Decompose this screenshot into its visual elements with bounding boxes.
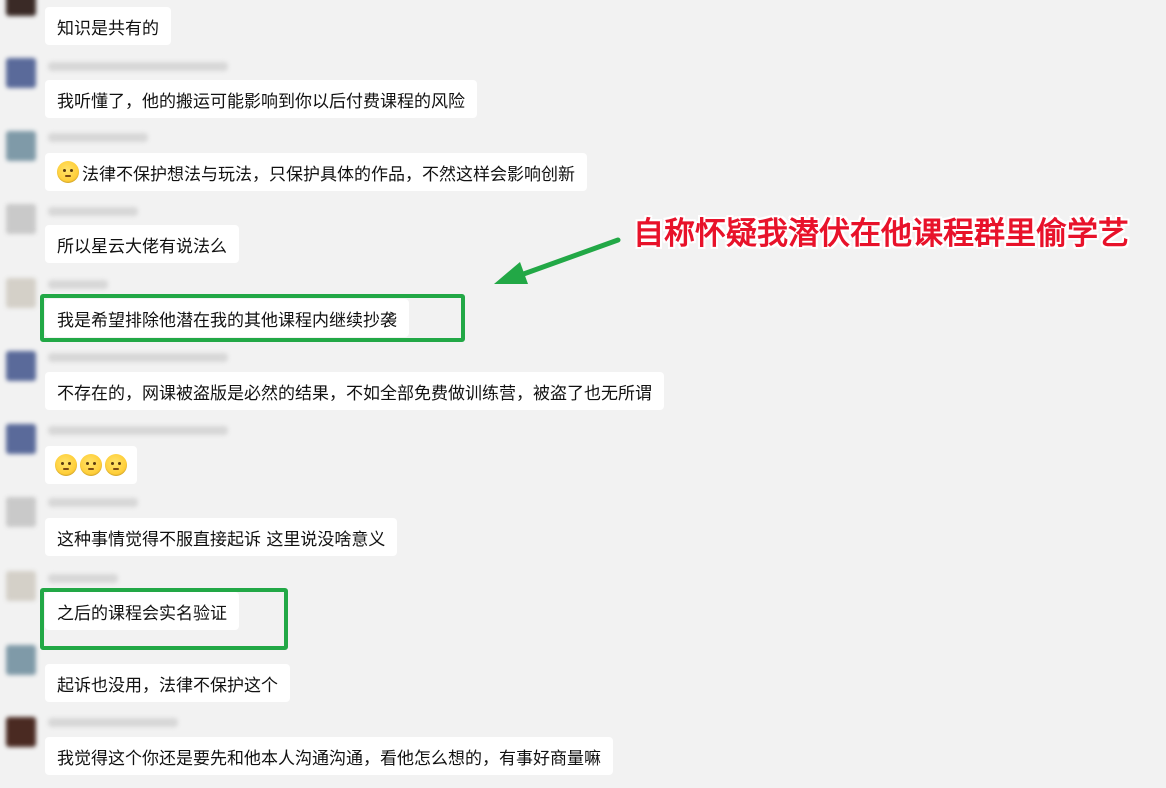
thinking-face-emoji-icon [80, 454, 102, 476]
message-bubble[interactable]: 起诉也没用，法律不保护这个 [45, 664, 290, 702]
sender-name-blurred [48, 426, 228, 435]
avatar[interactable] [6, 571, 36, 601]
message-text: 这种事情觉得不服直接起诉 这里说没啥意义 [57, 529, 386, 550]
sender-name-blurred [48, 574, 118, 583]
message-bubble[interactable]: 我听懂了，他的搬运可能影响到你以后付费课程的风险 [45, 80, 477, 118]
avatar[interactable] [6, 424, 36, 454]
message-bubble[interactable]: 不存在的，网课被盗版是必然的结果，不如全部免费做训练营，被盗了也无所谓 [45, 372, 664, 410]
message-text: 不存在的，网课被盗版是必然的结果，不如全部免费做训练营，被盗了也无所谓 [57, 383, 652, 404]
thinking-face-emoji-icon [57, 161, 79, 183]
avatar[interactable] [6, 58, 36, 88]
avatar[interactable] [6, 131, 36, 161]
message-bubble[interactable] [45, 446, 137, 484]
message-text: 我觉得这个你还是要先和他本人沟通沟通，看他怎么想的，有事好商量嘛 [57, 748, 601, 769]
message-text: 所以星云大佬有说法么 [57, 236, 227, 257]
message-text: 知识是共有的 [57, 18, 159, 39]
message-bubble[interactable]: 之后的课程会实名验证 [45, 592, 239, 630]
avatar[interactable] [6, 645, 36, 675]
thinking-face-emoji-icon [105, 454, 127, 476]
avatar[interactable] [6, 717, 36, 747]
sender-name-blurred [48, 207, 138, 216]
message-text: 法律不保护想法与玩法，只保护具体的作品，不然这样会影响创新 [82, 164, 575, 185]
avatar[interactable] [6, 351, 36, 381]
message-bubble[interactable]: 所以星云大佬有说法么 [45, 225, 239, 263]
sender-name-blurred [48, 353, 228, 362]
arrow-icon [494, 237, 621, 284]
message-text: 之后的课程会实名验证 [57, 603, 227, 624]
sender-name-blurred [48, 718, 178, 727]
avatar[interactable] [6, 278, 36, 308]
avatar[interactable] [6, 0, 36, 16]
message-text: 我是希望排除他潜在我的其他课程内继续抄袭 [57, 310, 397, 331]
message-bubble[interactable]: 我是希望排除他潜在我的其他课程内继续抄袭 [45, 299, 409, 337]
message-text: 我听懂了，他的搬运可能影响到你以后付费课程的风险 [57, 91, 465, 112]
avatar[interactable] [6, 497, 36, 527]
sender-name-blurred [48, 498, 138, 507]
message-text: 起诉也没用，法律不保护这个 [57, 675, 278, 696]
sender-name-blurred [48, 133, 148, 142]
avatar[interactable] [6, 204, 36, 234]
sender-name-blurred [48, 62, 228, 71]
message-bubble[interactable]: 知识是共有的 [45, 7, 171, 45]
annotation-text: 自称怀疑我潜伏在他课程群里偷学艺 [633, 216, 1129, 252]
thinking-face-emoji-icon [55, 454, 77, 476]
message-bubble[interactable]: 这种事情觉得不服直接起诉 这里说没啥意义 [45, 518, 398, 556]
message-bubble[interactable]: 法律不保护想法与玩法，只保护具体的作品，不然这样会影响创新 [45, 153, 587, 191]
message-bubble[interactable]: 我觉得这个你还是要先和他本人沟通沟通，看他怎么想的，有事好商量嘛 [45, 737, 613, 775]
sender-name-blurred [48, 280, 108, 289]
